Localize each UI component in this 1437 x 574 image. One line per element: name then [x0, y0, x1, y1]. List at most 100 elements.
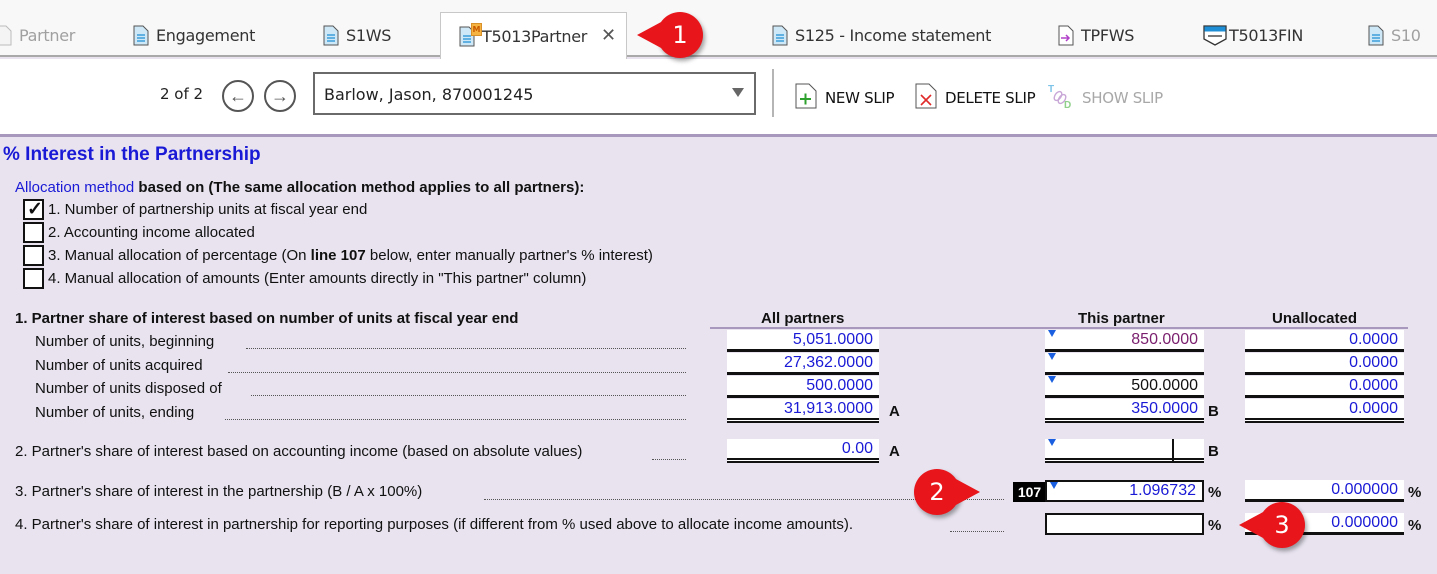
- row-label-acquired: Number of units acquired: [35, 357, 203, 374]
- toolbar-divider: [772, 69, 774, 117]
- allocation-method-heading: Allocation method based on (The same all…: [15, 179, 584, 196]
- new-slip-label: NEW SLIP: [825, 89, 895, 107]
- this-partner-beginning-field[interactable]: 850.0000: [1045, 330, 1204, 352]
- all-partners-disposed-field[interactable]: 500.0000: [727, 376, 879, 398]
- line3-this-partner-percent-field[interactable]: 1.096732: [1045, 480, 1204, 502]
- checkmark-icon: ✓: [27, 199, 43, 220]
- tab-t5013partner[interactable]: M T5013Partner ✕: [440, 12, 628, 59]
- show-slip-button[interactable]: TD SHOW SLIP: [1048, 83, 1163, 113]
- callout-1: 1: [637, 12, 703, 58]
- override-marker-icon: [1048, 353, 1056, 360]
- section1-title: 1. Partner share of interest based on nu…: [15, 310, 519, 327]
- this-partner-ending-field[interactable]: 350.0000: [1045, 399, 1204, 423]
- tab-s1ws[interactable]: S1WS: [323, 14, 391, 57]
- column-header-all-partners: All partners: [761, 310, 845, 327]
- tab-label: S125 - Income statement: [795, 26, 992, 45]
- section-title: % Interest in the Partnership: [3, 144, 261, 165]
- tab-s10[interactable]: S10: [1368, 14, 1421, 57]
- row-label-beginning: Number of units, beginning: [35, 333, 215, 350]
- allocation-option-3: 3. Manual allocation of percentage (On l…: [23, 245, 653, 266]
- tab-label: S10: [1391, 26, 1421, 45]
- override-marker-icon: [1048, 439, 1056, 446]
- delete-document-icon: [915, 83, 937, 113]
- tab-label: Engagement: [156, 26, 256, 45]
- line4-label: 4. Partner's share of interest in partne…: [15, 516, 854, 533]
- tab-engagement[interactable]: Engagement: [133, 14, 255, 57]
- allocation-heading-text: based on (The same allocation method app…: [134, 179, 585, 196]
- link-td-icon: TD: [1048, 83, 1074, 113]
- svg-text:T: T: [1048, 84, 1054, 95]
- row-label-disposed: Number of units disposed of: [35, 380, 222, 397]
- allocation-option-4: 4. Manual allocation of amounts (Enter a…: [23, 268, 586, 289]
- total-letter-b: B: [1208, 403, 1219, 420]
- dot-leader: [225, 419, 686, 420]
- line3-label: 3. Partner's share of interest in the pa…: [15, 483, 423, 500]
- document-icon: [772, 25, 788, 46]
- dot-leader: [251, 395, 686, 396]
- allocation-method-link[interactable]: Allocation method: [15, 179, 134, 196]
- tab-label: T5013Partner: [482, 26, 588, 46]
- show-slip-label: SHOW SLIP: [1082, 89, 1163, 107]
- line2-this-partner-field[interactable]: [1045, 439, 1204, 463]
- tab-tpfws[interactable]: TPFWS: [1058, 14, 1134, 57]
- header-rule: [710, 327, 1408, 329]
- slip-pager-text: 2 of 2: [160, 85, 204, 103]
- total-letter-a: A: [889, 403, 900, 420]
- modified-badge-icon: M: [471, 22, 482, 36]
- option-3-label: 3. Manual allocation of percentage (On l…: [48, 247, 653, 264]
- all-partners-ending-field[interactable]: 31,913.0000: [727, 399, 879, 423]
- percent-sign: %: [1208, 484, 1222, 501]
- next-slip-button[interactable]: →: [264, 80, 296, 112]
- tab-label: T5013FIN: [1229, 26, 1303, 45]
- callout-3: 3: [1239, 502, 1305, 548]
- chevron-down-icon: [732, 88, 744, 97]
- override-marker-icon: [1048, 376, 1056, 383]
- dot-leader: [228, 372, 686, 373]
- tab-partner[interactable]: Partner: [0, 14, 75, 57]
- all-partners-acquired-field[interactable]: 27,362.0000: [727, 353, 879, 375]
- this-partner-disposed-field[interactable]: 500.0000: [1045, 376, 1204, 398]
- tab-t5013fin[interactable]: T5013FIN: [1203, 14, 1303, 57]
- percent-sign: %: [1408, 484, 1422, 501]
- partner-select-value: Barlow, Jason, 870001245: [324, 85, 534, 104]
- allocation-option-2: 2. Accounting income allocated: [23, 222, 255, 243]
- delete-slip-label: DELETE SLIP: [945, 89, 1036, 107]
- option-2-checkbox[interactable]: [23, 222, 44, 243]
- option-4-checkbox[interactable]: [23, 268, 44, 289]
- delete-slip-button[interactable]: DELETE SLIP: [915, 83, 1036, 113]
- row-label-ending: Number of units, ending: [35, 404, 195, 421]
- unallocated-acquired-field: 0.0000: [1245, 353, 1404, 375]
- column-header-this-partner: This partner: [1078, 310, 1165, 327]
- option-4-label: 4. Manual allocation of amounts (Enter a…: [48, 270, 587, 287]
- tab-label: TPFWS: [1081, 26, 1135, 45]
- line2-letter-b: B: [1208, 443, 1219, 460]
- document-icon: [133, 25, 149, 46]
- section-divider: [0, 134, 1437, 137]
- close-tab-icon[interactable]: ✕: [601, 27, 616, 45]
- allocation-option-1: ✓ 1. Number of partnership units at fisc…: [23, 199, 367, 220]
- new-slip-button[interactable]: NEW SLIP: [795, 83, 895, 113]
- new-document-icon: [795, 83, 817, 113]
- this-partner-acquired-field[interactable]: [1045, 353, 1204, 375]
- line2-all-partners-field[interactable]: 0.00: [727, 439, 879, 463]
- arrow-left-icon: ←: [229, 85, 247, 106]
- tab-label: Partner: [19, 26, 76, 45]
- option-3-checkbox[interactable]: [23, 245, 44, 266]
- option-1-checkbox[interactable]: ✓: [23, 199, 44, 220]
- percent-sign: %: [1408, 517, 1422, 534]
- slip-form-icon: [1203, 25, 1227, 46]
- override-marker-icon: [1050, 482, 1058, 489]
- previous-slip-button[interactable]: ←: [222, 80, 254, 112]
- unallocated-ending-field: 0.0000: [1245, 399, 1404, 423]
- tab-s125-income-statement[interactable]: S125 - Income statement: [772, 14, 991, 57]
- line3-unallocated-percent-field: 0.000000: [1245, 480, 1404, 502]
- unallocated-disposed-field: 0.0000: [1245, 376, 1404, 398]
- all-partners-beginning-field[interactable]: 5,051.0000: [727, 330, 879, 352]
- line2-label: 2. Partner's share of interest based on …: [15, 443, 583, 460]
- column-header-unallocated: Unallocated: [1272, 310, 1358, 327]
- partner-select[interactable]: Barlow, Jason, 870001245: [313, 72, 756, 115]
- line2-letter-a: A: [889, 443, 900, 460]
- line4-this-partner-percent-field[interactable]: [1045, 513, 1204, 535]
- slip-toolbar: 2 of 2 ← → Barlow, Jason, 870001245 NEW …: [0, 59, 1437, 134]
- document-icon: M: [459, 22, 482, 47]
